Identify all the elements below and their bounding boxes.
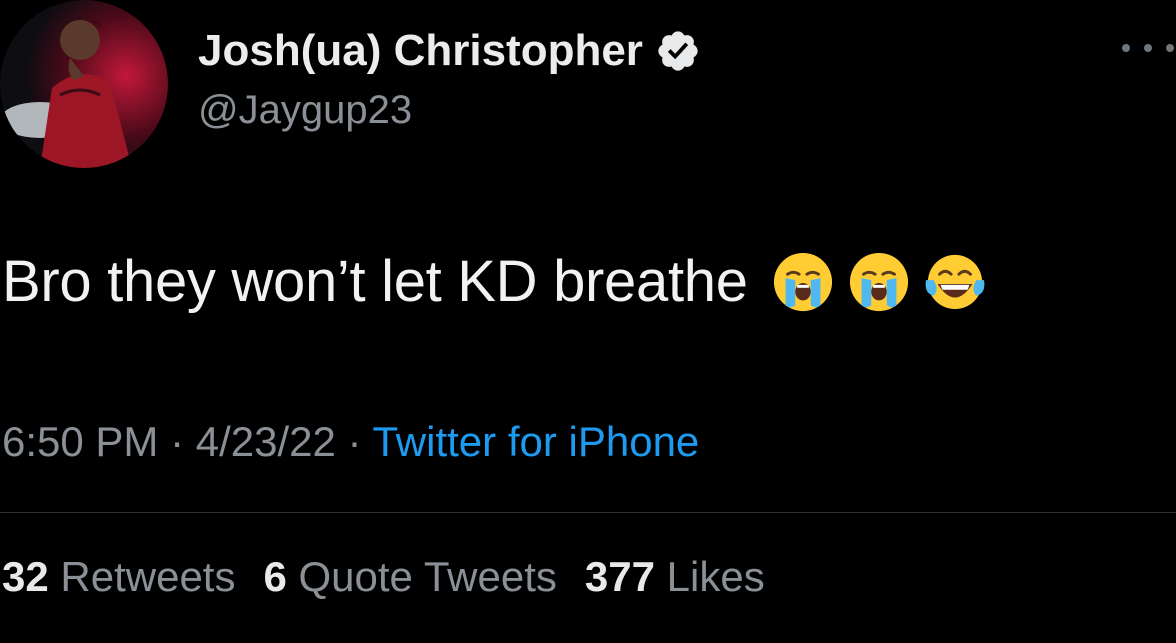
face-with-tears-of-joy-icon	[924, 251, 986, 313]
more-options-icon[interactable]	[1122, 38, 1174, 58]
tweet-date[interactable]: 4/23/22	[196, 418, 336, 465]
likes-count: 377	[584, 553, 655, 600]
divider	[0, 512, 1176, 513]
tweet-time[interactable]: 6:50 PM	[2, 418, 158, 465]
author-display-name[interactable]: Josh(ua) Christopher	[198, 26, 701, 76]
loudly-crying-face-icon	[772, 251, 834, 313]
tweet-metadata: 6:50 PM · 4/23/22 · Twitter for iPhone	[2, 418, 699, 466]
retweets-count: 32	[2, 553, 49, 600]
meta-separator: ·	[335, 418, 373, 465]
quote-tweets-stat[interactable]: 6 Quote Tweets	[263, 553, 556, 601]
tweet-emojis	[772, 251, 986, 313]
tweet-body: Bro they won’t let KD breathe	[2, 248, 986, 315]
display-name-text[interactable]: Josh(ua) Christopher	[198, 26, 643, 76]
quote-tweets-count: 6	[263, 553, 287, 600]
likes-stat[interactable]: 377 Likes	[585, 553, 765, 601]
retweets-label: Retweets	[60, 553, 236, 600]
profile-avatar[interactable]	[0, 0, 168, 168]
verified-badge-icon	[655, 28, 701, 74]
loudly-crying-face-icon	[848, 251, 910, 313]
tweet-stats: 32 Retweets 6 Quote Tweets 377 Likes	[2, 553, 765, 601]
tweet-source-link[interactable]: Twitter for iPhone	[372, 418, 699, 465]
quote-tweets-label: Quote Tweets	[298, 553, 557, 600]
author-handle[interactable]: @Jaygup23	[198, 88, 412, 133]
likes-label: Likes	[666, 553, 765, 600]
retweets-stat[interactable]: 32 Retweets	[2, 553, 235, 601]
tweet-text: Bro they won’t let KD breathe	[2, 249, 748, 314]
meta-separator: ·	[158, 418, 196, 465]
